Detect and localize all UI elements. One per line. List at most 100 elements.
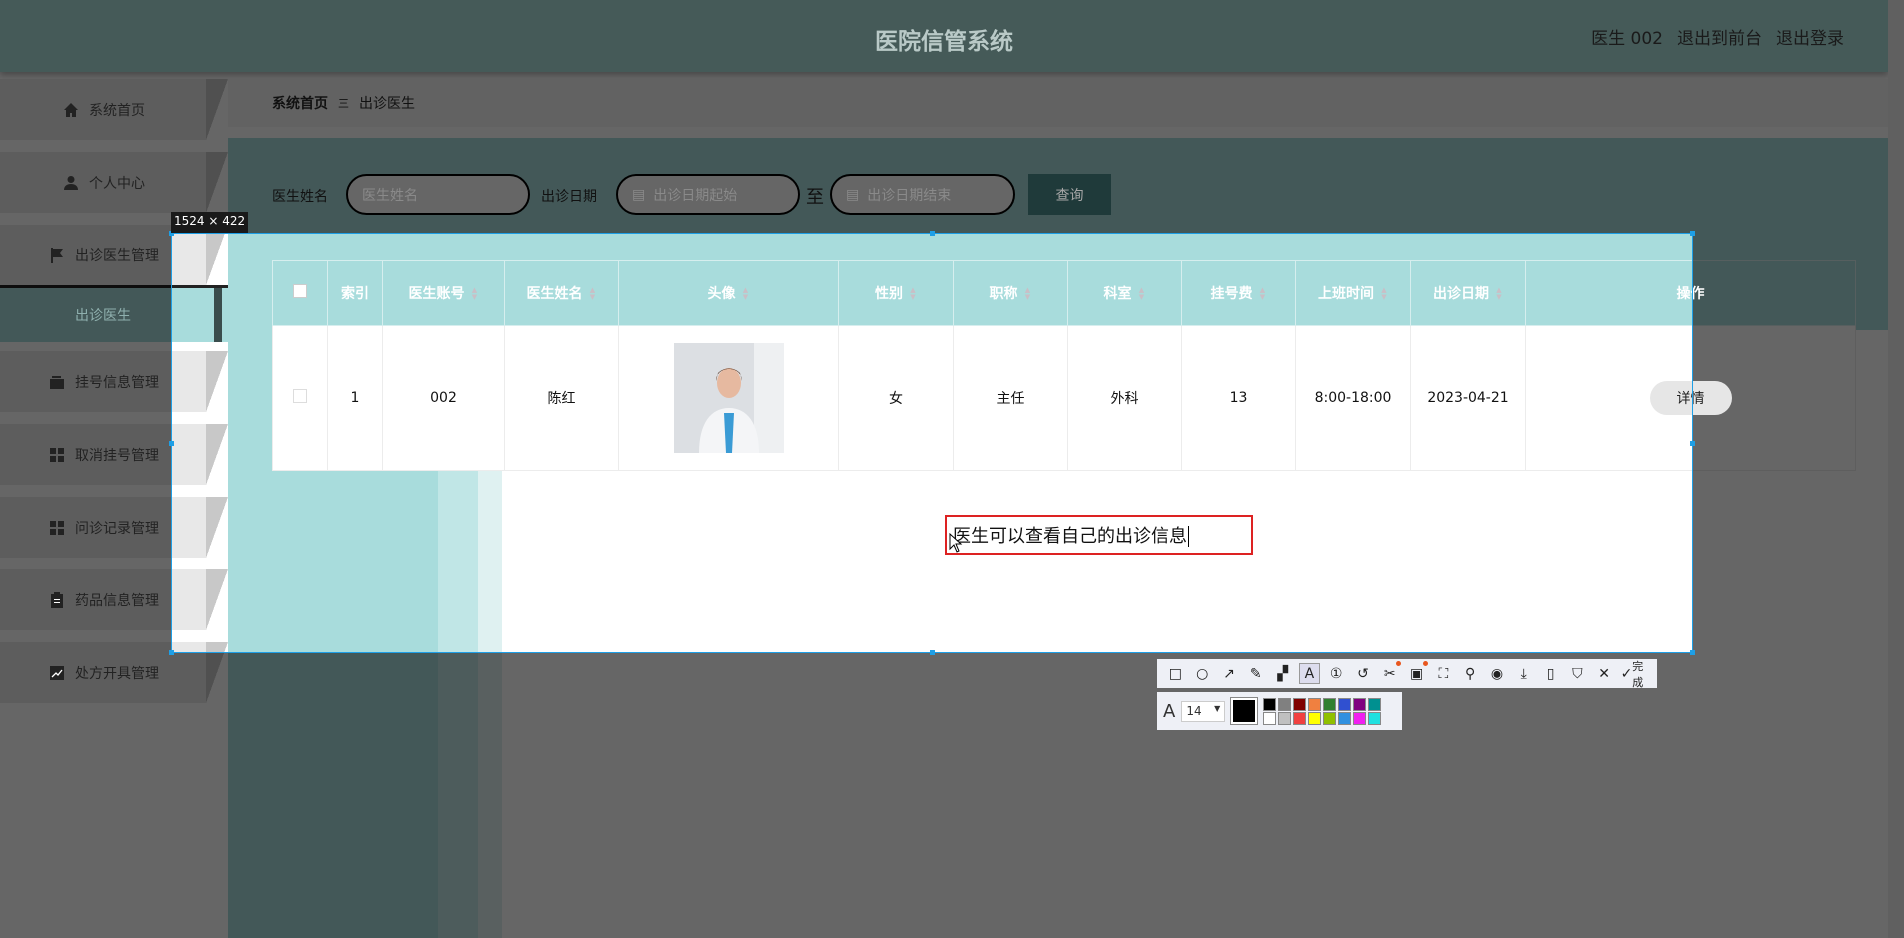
color-palette xyxy=(1263,697,1382,725)
home-icon xyxy=(64,102,78,117)
annotation-text: 医生可以查看自己的出诊信息 xyxy=(953,526,1187,547)
arrow-tool-icon[interactable]: ↗ xyxy=(1219,663,1240,684)
color-swatch[interactable] xyxy=(1308,711,1322,725)
sort-icon[interactable]: ▲ ▼ xyxy=(1024,287,1032,301)
chart-icon xyxy=(50,665,64,680)
color-swatch[interactable] xyxy=(1308,697,1322,711)
font-icon: A xyxy=(1163,700,1176,722)
mouse-cursor-icon xyxy=(949,533,963,553)
sidebar-item-label: 个人中心 xyxy=(89,175,145,192)
translate-icon[interactable]: ▣ xyxy=(1406,661,1428,684)
sidebar-item-label: 挂号信息管理 xyxy=(75,374,159,391)
sidebar-item-label: 取消挂号管理 xyxy=(75,447,159,464)
ellipse-tool-icon[interactable]: ○ xyxy=(1192,663,1213,684)
cell-fee: 13 xyxy=(1181,325,1296,471)
breadcrumb-separator: 三 xyxy=(338,97,349,110)
color-swatch[interactable] xyxy=(1353,697,1367,711)
current-user: 医生 002 xyxy=(1591,29,1663,49)
text-annotation-box[interactable]: 医生可以查看自己的出诊信息 xyxy=(945,515,1253,555)
current-color-swatch[interactable] xyxy=(1230,697,1259,725)
check-icon: ✓ xyxy=(1620,665,1633,682)
grid-icon xyxy=(50,447,64,462)
color-swatch[interactable] xyxy=(1278,711,1292,725)
done-button[interactable]: ✓ 完成 xyxy=(1620,660,1654,689)
undo-icon[interactable]: ↺ xyxy=(1353,663,1374,684)
color-swatch[interactable] xyxy=(1323,711,1337,725)
flag-icon xyxy=(51,248,63,263)
color-swatch[interactable] xyxy=(1263,697,1277,711)
pin-icon[interactable]: ⚲ xyxy=(1460,663,1481,684)
text-tool-icon[interactable]: A xyxy=(1298,663,1320,684)
scissors-icon[interactable]: ✂ xyxy=(1379,661,1402,684)
color-swatch[interactable] xyxy=(1263,711,1277,725)
sidebar-subitem-label: 出诊医生 xyxy=(75,308,131,324)
record-icon[interactable]: ◉ xyxy=(1487,663,1508,684)
selection-size-label: 1524 × 422 xyxy=(171,212,249,233)
rectangle-tool-icon[interactable]: □ xyxy=(1165,663,1186,684)
cell-avatar xyxy=(618,325,839,471)
pencil-tool-icon[interactable]: ✎ xyxy=(1245,663,1266,684)
color-swatch[interactable] xyxy=(1278,697,1292,711)
back-to-front-link[interactable]: 退出到前台 xyxy=(1677,24,1762,49)
logout-link[interactable]: 退出登录 xyxy=(1776,24,1844,49)
cell-name: 陈红 xyxy=(504,325,619,471)
date-end-placeholder: 出诊日期结束 xyxy=(867,187,952,204)
calendar-icon: ▤ xyxy=(846,186,860,203)
number-tool-icon[interactable]: ① xyxy=(1326,663,1347,684)
cell-account: 002 xyxy=(382,325,505,471)
color-swatch[interactable] xyxy=(1353,711,1367,725)
sort-icon[interactable]: ▲ ▼ xyxy=(1495,287,1503,301)
column-header[interactable]: 上班时间 ▲ ▼ xyxy=(1295,260,1411,326)
doctor-table: 索引 医生账号 ▲ ▼ 医生姓名 ▲ ▼ 头像 ▲ ▼ 性别 ▲ ▼ 职称 ▲ ▼ 科室 ▲ ▼ 挂号费… xyxy=(272,260,1856,471)
column-header[interactable]: 医生姓名 ▲ ▼ xyxy=(504,260,619,326)
date-range-to: 至 xyxy=(806,187,824,208)
sort-icon[interactable]: ▲ ▼ xyxy=(471,287,479,301)
sidebar-item-label: 处方开具管理 xyxy=(75,665,159,682)
sidebar-item-label: 系统首页 xyxy=(89,102,145,119)
column-header[interactable]: 科室 ▲ ▼ xyxy=(1067,260,1182,326)
sort-icon[interactable]: ▲ ▼ xyxy=(909,287,917,301)
doctor-avatar-image xyxy=(673,343,784,453)
sort-icon[interactable]: ▲ ▼ xyxy=(589,287,597,301)
color-swatch[interactable] xyxy=(1323,697,1337,711)
breadcrumb-home[interactable]: 系统首页 xyxy=(272,93,328,113)
detail-button[interactable]: 详情 xyxy=(1649,381,1732,415)
sidebar-item-label: 药品信息管理 xyxy=(75,592,159,609)
bookmark-icon[interactable]: ⛉ xyxy=(1567,663,1588,684)
cell-gender: 女 xyxy=(838,325,954,471)
column-header: 索引 xyxy=(327,260,383,326)
cell-date: 2023-04-21 xyxy=(1410,325,1526,471)
font-size-select[interactable]: 14 ▼ xyxy=(1181,700,1226,722)
table-header-row: 索引 医生账号 ▲ ▼ 医生姓名 ▲ ▼ 头像 ▲ ▼ 性别 ▲ ▼ 职称 ▲ ▼ 科室 ▲ ▼ 挂号费… xyxy=(272,260,1856,326)
color-swatch[interactable] xyxy=(1338,711,1352,725)
annotation-toolbar: □ ○ ↗ ✎ ▞ A ① ↺ ✂ ▣ ⛶ ⚲ ◉ ⤓ ▯ ⛉ ✕ ✓ 完成 xyxy=(1157,659,1657,689)
column-header[interactable]: 出诊日期 ▲ ▼ xyxy=(1410,260,1526,326)
ocr-icon[interactable]: ⛶ xyxy=(1433,663,1454,684)
color-swatch[interactable] xyxy=(1368,697,1382,711)
column-header[interactable]: 性别 ▲ ▼ xyxy=(838,260,954,326)
select-all-checkbox[interactable] xyxy=(272,260,328,326)
cell-hours: 8:00-18:00 xyxy=(1295,325,1411,471)
doctor-name-placeholder: 医生姓名 xyxy=(362,187,418,204)
sort-icon[interactable]: ▲ ▼ xyxy=(1380,287,1388,301)
row-checkbox[interactable] xyxy=(272,325,328,471)
table-row: 1 002 陈红 女 主任 外科 13 8:00-18:00 2023-04-2… xyxy=(272,325,1856,471)
breadcrumb-current: 出诊医生 xyxy=(359,96,415,112)
color-swatch[interactable] xyxy=(1338,697,1352,711)
color-swatch[interactable] xyxy=(1293,711,1307,725)
sort-icon[interactable]: ▲ ▼ xyxy=(1138,287,1146,301)
phone-icon[interactable]: ▯ xyxy=(1540,663,1561,684)
download-icon[interactable]: ⤓ xyxy=(1513,663,1534,684)
close-icon[interactable]: ✕ xyxy=(1594,663,1615,684)
column-header[interactable]: 职称 ▲ ▼ xyxy=(953,260,1068,326)
color-swatch[interactable] xyxy=(1293,697,1307,711)
mosaic-tool-icon[interactable]: ▞ xyxy=(1272,663,1293,684)
color-swatch[interactable] xyxy=(1368,711,1382,725)
sort-icon[interactable]: ▲ ▼ xyxy=(1259,287,1267,301)
column-header[interactable]: 挂号费 ▲ ▼ xyxy=(1181,260,1296,326)
sidebar-item-label: 问诊记录管理 xyxy=(75,520,159,537)
column-header[interactable]: 医生账号 ▲ ▼ xyxy=(382,260,505,326)
clipboard-icon xyxy=(51,591,63,608)
column-header[interactable]: 头像 ▲ ▼ xyxy=(618,260,839,326)
sort-icon[interactable]: ▲ ▼ xyxy=(742,287,750,301)
